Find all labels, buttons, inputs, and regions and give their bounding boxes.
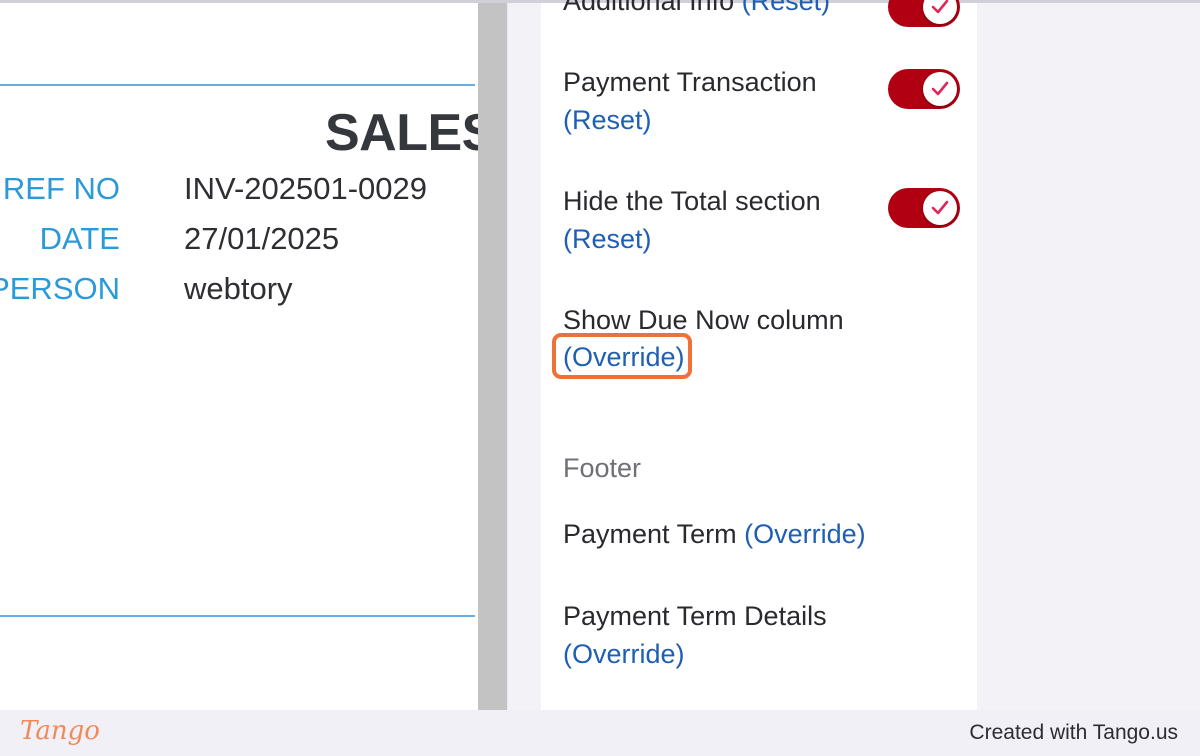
toggle-knob (923, 0, 957, 24)
setting-hide-total-section: Hide the Total section (563, 186, 821, 216)
ref-no-label: REF NO (2, 171, 120, 206)
date-label: DATE (39, 221, 120, 256)
payment-transaction-toggle[interactable] (888, 69, 960, 109)
check-icon (931, 0, 949, 14)
person-value: webtory (184, 271, 293, 306)
person-label: PERSON (0, 271, 120, 306)
ref-no-value: INV-202501-0029 (184, 171, 428, 206)
tango-footer: Tango Created with Tango.us (0, 710, 1200, 756)
hide-total-reset-link[interactable]: (Reset) (563, 220, 652, 258)
screenshot-stage: SALES REF NO INV-202501-0029 DATE 27/01/… (0, 0, 1200, 710)
setting-label: Payment Term (563, 519, 737, 549)
invoice-preview: SALES REF NO INV-202501-0029 DATE 27/01/… (0, 3, 478, 710)
setting-payment-term-details: Payment Term Details (563, 601, 827, 631)
document-title: SALES (325, 104, 478, 162)
click-highlight-box (552, 333, 692, 379)
payment-term-override-link[interactable]: (Override) (744, 519, 866, 549)
header-rule (0, 84, 475, 86)
additional-info-toggle[interactable] (888, 0, 960, 27)
body-rule (0, 615, 475, 617)
created-with-credit: Created with Tango.us (969, 721, 1178, 744)
check-icon (931, 200, 949, 215)
payment-term-details-override-link[interactable]: (Override) (563, 635, 685, 673)
panel-splitter[interactable] (478, 3, 508, 710)
setting-payment-transaction: Payment Transaction (563, 67, 817, 97)
hide-total-toggle[interactable] (888, 188, 960, 228)
tango-logo: Tango (20, 716, 100, 746)
setting-additional-info: Additional Info (Reset) (563, 0, 830, 20)
splitter-handle[interactable] (478, 3, 507, 710)
setting-payment-term: Payment Term (Override) (563, 515, 866, 553)
footer-section-heading: Footer (563, 453, 642, 483)
check-icon (931, 81, 949, 96)
payment-transaction-reset-link[interactable]: (Reset) (563, 101, 652, 139)
date-value: 27/01/2025 (184, 221, 340, 256)
setting-label: Additional Info (563, 0, 735, 16)
reset-link[interactable]: (Reset) (742, 0, 831, 16)
toggle-knob (923, 72, 957, 106)
toggle-knob (923, 191, 957, 225)
